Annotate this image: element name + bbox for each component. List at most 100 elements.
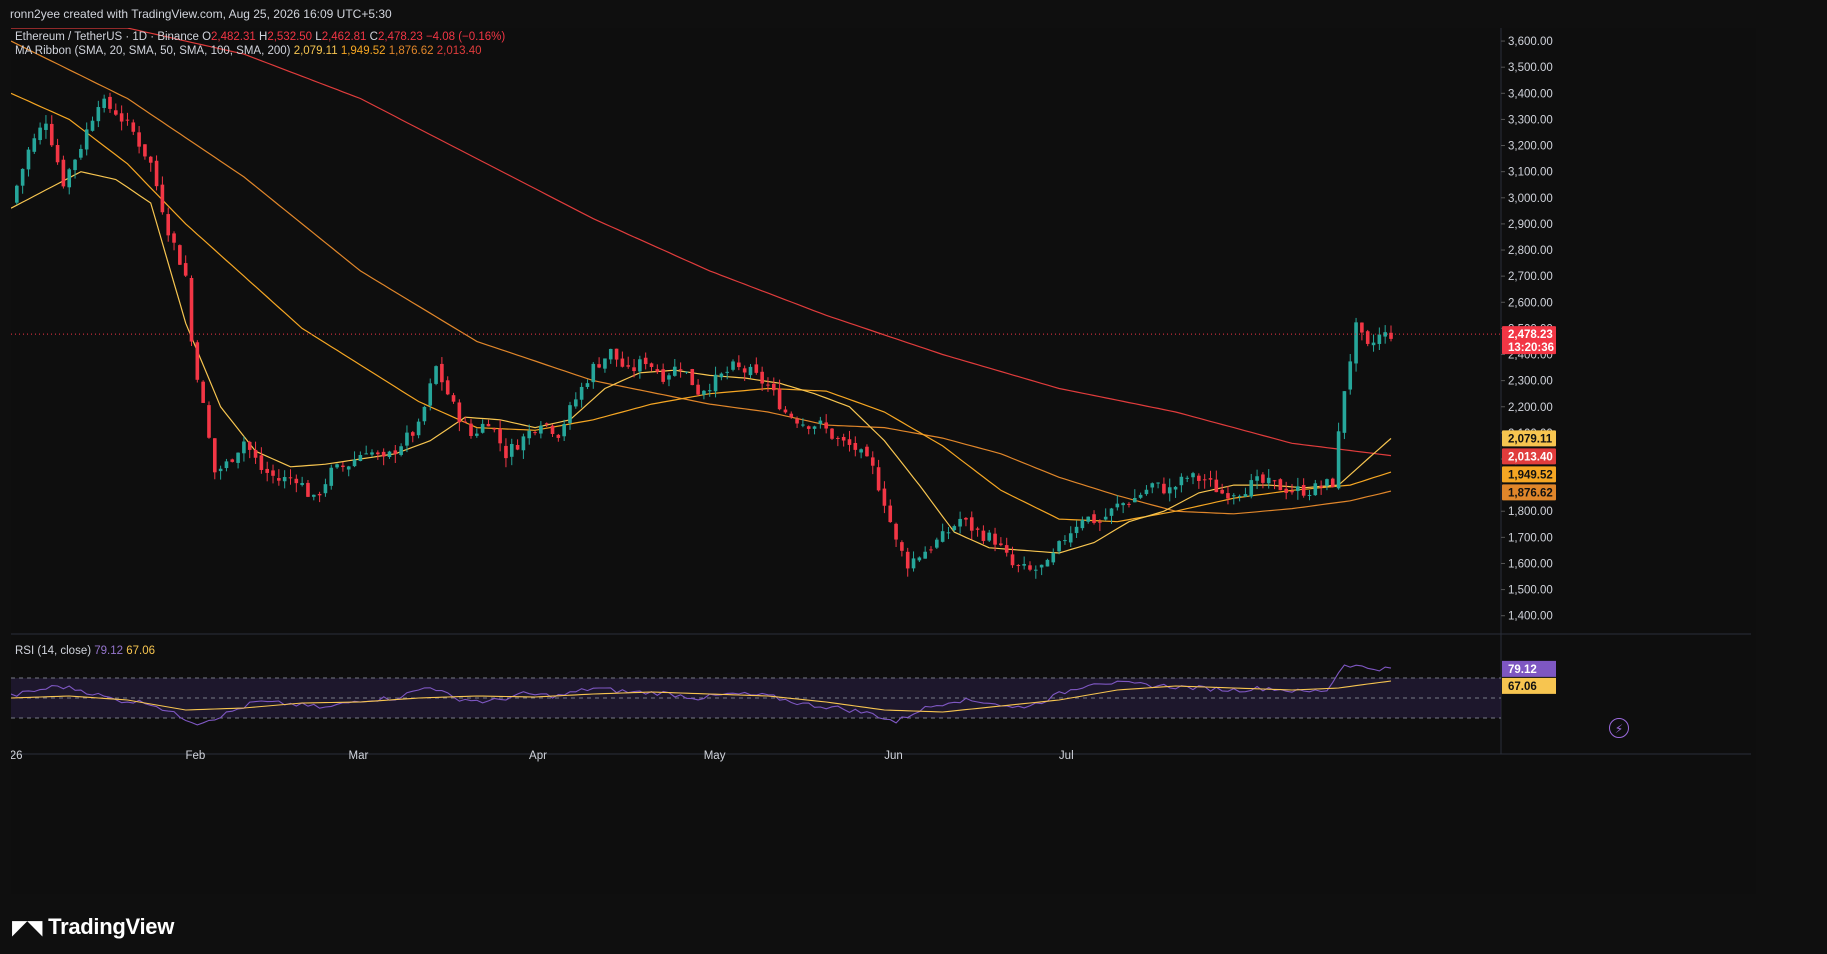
candle-body: [678, 369, 683, 371]
candle-body: [166, 214, 171, 236]
candle-body: [1319, 485, 1323, 488]
candle-body: [26, 149, 31, 170]
candle-body: [44, 123, 48, 130]
rsi-value: 79.12: [94, 645, 124, 657]
candle-body: [422, 406, 427, 422]
candle-body: [125, 119, 130, 121]
candle-body: [574, 399, 578, 407]
sma50-line: [11, 92, 1392, 523]
candle-body: [1138, 494, 1143, 498]
candle-body: [469, 423, 473, 436]
candle-body: [795, 419, 799, 424]
ma20-value: 2,079.11: [293, 45, 338, 57]
candle-body: [451, 395, 456, 402]
candle-body: [504, 445, 508, 459]
candle-body: [49, 123, 54, 146]
candle-body: [399, 446, 403, 455]
ma-ribbon-label[interactable]: MA Ribbon (SMA, 20, SMA, 50, SMA, 100, S…: [15, 45, 290, 57]
candle-body: [1109, 508, 1114, 516]
candle-body: [306, 482, 310, 497]
candle-body: [836, 437, 840, 439]
price-tick-label: 1,800.00: [1508, 506, 1553, 518]
candle-body: [376, 452, 380, 455]
candle-body: [381, 451, 386, 457]
rsi-label[interactable]: RSI (14, close): [15, 645, 91, 657]
candle-body: [905, 551, 910, 569]
candle-body: [725, 371, 730, 373]
candle-body: [242, 441, 246, 454]
candle-body: [143, 144, 147, 157]
candle-body: [1255, 476, 1259, 481]
candle-body: [32, 138, 37, 152]
candle-body: [119, 113, 124, 122]
candle-body: [661, 369, 665, 382]
candle-body: [870, 457, 875, 466]
lightning-bolt-icon[interactable]: ⚡: [1609, 718, 1629, 738]
candle-body: [282, 477, 287, 482]
candle-body: [1266, 477, 1271, 484]
candle-body: [387, 451, 392, 458]
candle-body: [90, 120, 95, 131]
candle-body: [638, 359, 642, 372]
candle-body: [1360, 322, 1364, 333]
ma50-value: 1,949.52: [340, 45, 386, 57]
candle-body: [626, 365, 631, 367]
candle-body: [579, 386, 584, 400]
candle-body: [341, 465, 345, 468]
candle-body: [1185, 477, 1190, 479]
candle-body: [358, 455, 363, 462]
candle-body: [1028, 565, 1032, 570]
rsi-tag: 79.12: [1502, 660, 1556, 677]
candle-body: [253, 449, 258, 458]
candle-body: [702, 390, 706, 395]
tradingview-logo[interactable]: ◤◥ TradingView: [12, 914, 174, 940]
candle-body: [492, 428, 497, 430]
countdown-value: 13:20:36: [1508, 342, 1554, 354]
candle-body: [585, 383, 590, 387]
chart-area[interactable]: 1,400.00 1,500.00 1,600.00 1,700.00 1,800.00…: [11, 28, 1756, 894]
candle-body: [1034, 569, 1038, 571]
candle-body: [1336, 431, 1341, 489]
candle-body: [771, 383, 776, 391]
rsi-legend: RSI (14, close) 79.12 67.06: [15, 645, 155, 657]
candle-body: [114, 110, 118, 115]
candle-body: [38, 127, 42, 141]
candle-body: [410, 432, 415, 436]
candle-body: [236, 452, 240, 463]
candle-body: [1208, 478, 1213, 480]
candle-body: [591, 363, 596, 383]
price-tick-label: 1,500.00: [1508, 585, 1553, 597]
sma200-line: [11, 28, 1392, 457]
ma-tag: 2,079.11: [1502, 430, 1556, 447]
last-price-value: 2,478.23: [1508, 329, 1553, 341]
ma-tag: 2,013.40: [1502, 448, 1556, 465]
tradingview-logo-icon: ◤◥: [12, 917, 43, 939]
candle-body: [405, 432, 409, 446]
price-chart[interactable]: 1,400.00 1,500.00 1,600.00 1,700.00 1,800.00…: [11, 28, 1756, 894]
low-value: 2,462.81: [321, 31, 367, 43]
candle-body: [265, 468, 270, 473]
candle-body: [1068, 533, 1073, 543]
candle-body: [486, 423, 491, 427]
candle-body: [935, 539, 939, 548]
price-tick-label: 2,300.00: [1508, 376, 1553, 388]
candle-body: [148, 156, 153, 163]
symbol-name[interactable]: Ethereum / TetherUS · 1D · Binance: [15, 31, 199, 43]
candle-body: [15, 185, 19, 203]
last-price-tag: 2,478.2313:20:36: [1502, 326, 1556, 355]
candle-body: [440, 363, 444, 383]
candle-body: [1132, 497, 1137, 503]
ma-tag-value: 1,949.52: [1508, 469, 1553, 481]
candle-body: [1290, 490, 1294, 493]
candle-body: [742, 368, 747, 373]
candle-body: [923, 551, 927, 559]
candle-body: [806, 426, 811, 429]
candle-body: [1307, 494, 1312, 496]
candle-body: [801, 424, 805, 426]
candle-body: [888, 505, 893, 523]
candle-body: [667, 375, 671, 380]
candle-body: [201, 381, 205, 403]
ma100-value: 1,876.62: [388, 45, 434, 57]
candle-body: [1074, 526, 1079, 534]
symbol-legend: Ethereum / TetherUS · 1D · Binance O2,48…: [15, 31, 506, 43]
